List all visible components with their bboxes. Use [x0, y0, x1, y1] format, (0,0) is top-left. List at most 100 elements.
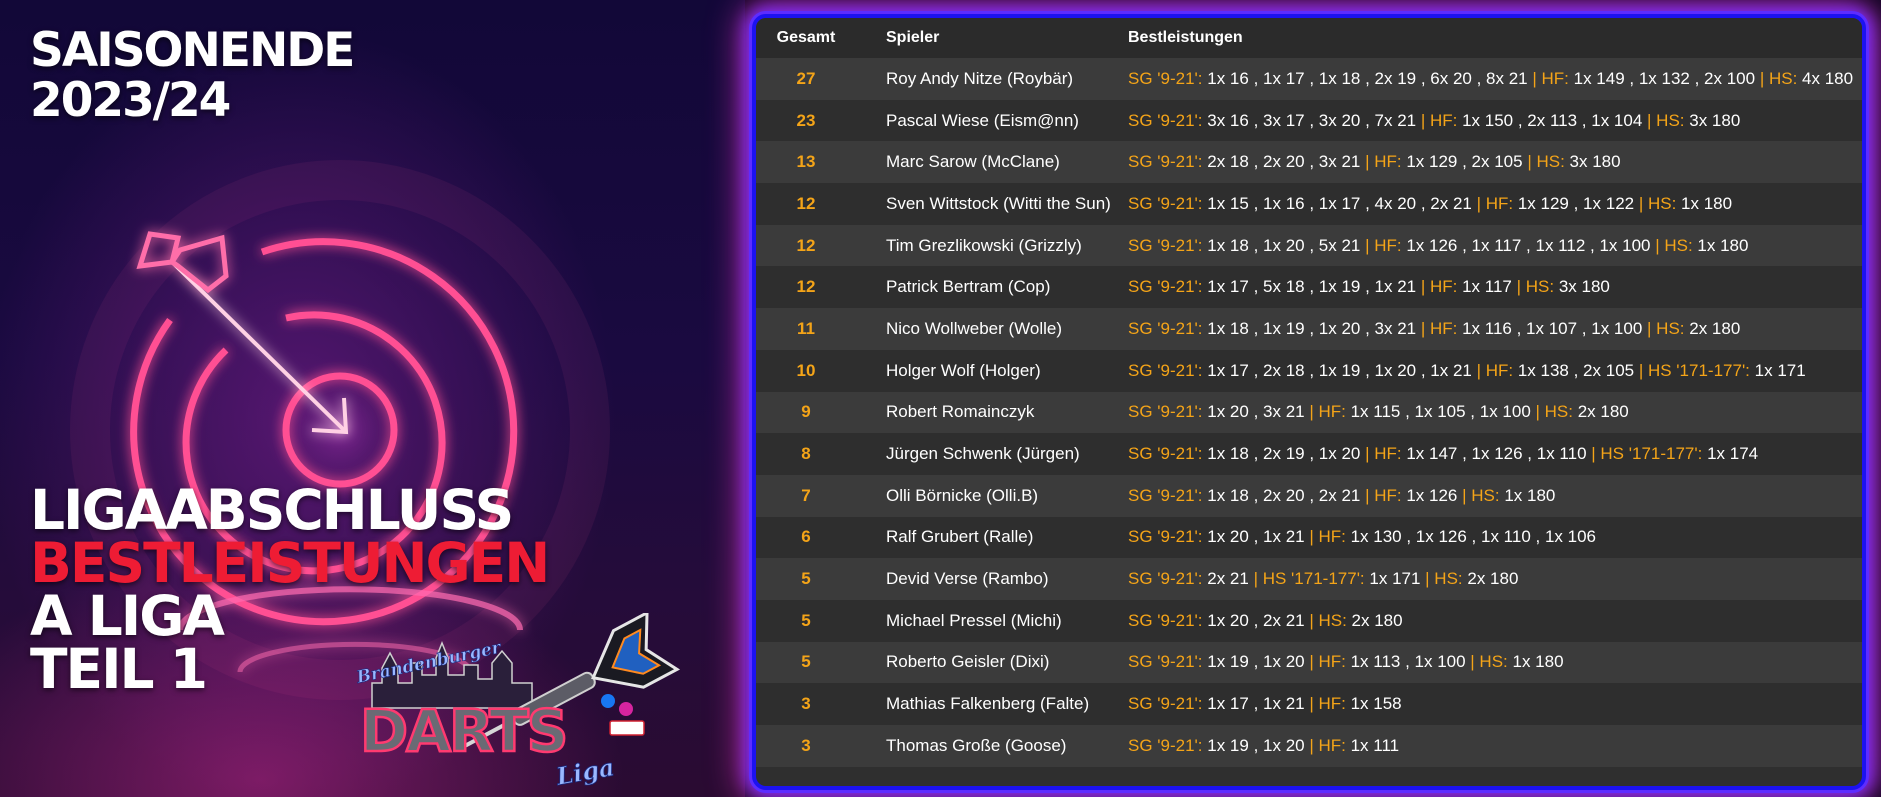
- stat-value: 2x 21: [1202, 569, 1254, 589]
- best-performances: SG '9-21': 1x 19 , 1x 20 | HF: 1x 113 , …: [1128, 652, 1862, 672]
- player-name: Jürgen Schwenk (Jürgen): [886, 444, 1080, 464]
- stat-value: 3x 180: [1684, 110, 1741, 130]
- stat-label: SG '9-21':: [1128, 735, 1203, 755]
- instagram-icon: [619, 702, 633, 716]
- stat-label: | HF:: [1420, 277, 1458, 297]
- stat-label: SG '9-21':: [1128, 318, 1203, 338]
- player-name: Holger Wolf (Holger): [886, 360, 1041, 380]
- stat-label: | HF:: [1420, 318, 1458, 338]
- stat-label: | HF:: [1365, 235, 1402, 255]
- total-points: 3: [801, 735, 811, 755]
- table-row: 5 Devid Verse (Rambo) SG '9-21': 2x 21 | H…: [756, 558, 1862, 600]
- best-performances: SG '9-21': 1x 16 , 1x 17 , 1x 18 , 2x 19…: [1128, 69, 1862, 89]
- stat-value: 1x 149 , 1x 132 , 2x 100: [1568, 68, 1760, 88]
- stat-label: | HF:: [1365, 485, 1402, 505]
- stat-label: | HS '171-177':: [1253, 569, 1365, 589]
- stat-label: | HF:: [1365, 444, 1402, 464]
- stat-label: | HS:: [1309, 610, 1347, 630]
- stat-value: 1x 16 , 1x 17 , 1x 18 , 2x 19 , 6x 20 , …: [1202, 68, 1533, 88]
- stat-label: | HF:: [1420, 110, 1458, 130]
- stat-label: | HF:: [1532, 68, 1569, 88]
- player-name: Devid Verse (Rambo): [886, 569, 1049, 589]
- season-line-2: 2023/24: [30, 73, 231, 128]
- stat-label: | HF:: [1309, 527, 1346, 547]
- stat-value: 1x 111: [1345, 735, 1400, 755]
- stat-label: | HF:: [1309, 694, 1346, 714]
- stat-value: 1x 147 , 1x 126 , 1x 110: [1401, 444, 1592, 464]
- table-body: 27 Roy Andy Nitze (Roybär) SG '9-21': 1x 1…: [756, 58, 1862, 767]
- best-performances: SG '9-21': 2x 21 | HS '171-177': 1x 171 …: [1128, 569, 1862, 589]
- stat-label: SG '9-21':: [1128, 235, 1203, 255]
- total-points: 5: [801, 610, 811, 630]
- stat-value: 2x 180: [1346, 610, 1403, 630]
- stat-label: | HS:: [1638, 193, 1677, 213]
- player-name: Nico Wollweber (Wolle): [886, 318, 1063, 338]
- player-name: Ralf Grubert (Ralle): [886, 527, 1034, 547]
- stat-label: SG '9-21':: [1128, 485, 1203, 505]
- stat-value: 1x 20 , 2x 21: [1202, 610, 1310, 630]
- season-line-1: SAISONENDE: [30, 23, 355, 78]
- total-points: 6: [801, 527, 811, 547]
- stat-value: 1x 150 , 2x 113 , 1x 104: [1457, 110, 1648, 130]
- stat-label: SG '9-21':: [1128, 402, 1203, 422]
- stat-value: 4x 180: [1797, 68, 1854, 88]
- stat-value: 1x 17 , 5x 18 , 1x 19 , 1x 21: [1202, 277, 1421, 297]
- total-points: 5: [801, 569, 811, 589]
- best-performances: SG '9-21': 1x 20 , 1x 21 | HF: 1x 130 , …: [1128, 527, 1862, 547]
- total-points: 12: [796, 235, 816, 255]
- stat-value: 1x 171: [1749, 360, 1806, 380]
- stat-value: 2x 180: [1573, 402, 1629, 422]
- stat-value: 1x 17 , 2x 18 , 1x 19 , 1x 20 , 1x 21: [1202, 360, 1477, 380]
- stat-label: | HS:: [1647, 110, 1685, 130]
- table-row: 3 Thomas Große (Goose) SG '9-21': 1x 19 , …: [756, 725, 1862, 767]
- best-performances: SG '9-21': 1x 18 , 2x 20 , 2x 21 | HF: 1…: [1128, 486, 1862, 506]
- total-points: 27: [796, 68, 816, 88]
- stat-label: SG '9-21':: [1128, 152, 1203, 172]
- player-name: Sven Wittstock (Witti the Sun): [886, 193, 1111, 213]
- table-row: 8 Jürgen Schwenk (Jürgen) SG '9-21': 1x 18…: [756, 433, 1862, 475]
- total-points: 12: [796, 277, 816, 297]
- table-row: 10 Holger Wolf (Holger) SG '9-21': 1x 17 ,…: [756, 349, 1862, 392]
- stat-value: 1x 180: [1692, 235, 1749, 255]
- stat-value: 1x 117: [1457, 277, 1517, 297]
- stat-label: SG '9-21':: [1128, 68, 1203, 88]
- table-row: 12 Patrick Bertram (Cop) SG '9-21': 1x 17 …: [756, 266, 1862, 309]
- sponsor-badge: [609, 720, 645, 736]
- total-points: 23: [796, 110, 816, 130]
- total-points: 3: [801, 694, 811, 714]
- stat-label: SG '9-21':: [1128, 277, 1203, 297]
- arrow-icon: [136, 231, 349, 435]
- stat-label: SG '9-21':: [1128, 652, 1203, 672]
- table-row: 3 Mathias Falkenberg (Falte) SG '9-21': 1x…: [756, 683, 1862, 725]
- player-name: Olli Börnicke (Olli.B): [886, 485, 1039, 505]
- stat-value: 2x 18 , 2x 20 , 3x 21: [1202, 152, 1366, 172]
- stat-value: 1x 19 , 1x 20: [1202, 652, 1310, 672]
- best-performances: SG '9-21': 1x 17 , 2x 18 , 1x 19 , 1x 20…: [1128, 361, 1862, 381]
- table-row: 23 Pascal Wiese (Eism@nn) SG '9-21': 3x 16…: [756, 99, 1862, 142]
- total-points: 10: [796, 360, 816, 380]
- header-total: Gesamt: [776, 29, 836, 46]
- title-line-2: BESTLEISTUNGEN: [30, 531, 550, 595]
- stat-label: | HS:: [1759, 68, 1798, 88]
- best-performances: SG '9-21': 1x 20 , 3x 21 | HF: 1x 115 , …: [1128, 402, 1862, 422]
- table-row: 6 Ralf Grubert (Ralle) SG '9-21': 1x 20 , …: [756, 516, 1862, 559]
- best-performances: SG '9-21': 3x 16 , 3x 17 , 3x 20 , 7x 21…: [1128, 111, 1862, 131]
- stat-label: | HF:: [1309, 402, 1346, 422]
- stat-value: 1x 180: [1499, 485, 1556, 505]
- stat-value: 1x 20 , 1x 21: [1202, 527, 1310, 547]
- season-heading: SAISONENDE 2023/24: [30, 23, 355, 128]
- stat-label: | HF:: [1309, 652, 1346, 672]
- stat-value: 2x 180: [1462, 569, 1519, 589]
- stat-value: 1x 20 , 3x 21: [1202, 402, 1310, 422]
- stat-label: SG '9-21':: [1128, 569, 1203, 589]
- player-name: Robert Romainczyk: [886, 402, 1035, 422]
- player-name: Tim Grezlikowski (Grizzly): [886, 235, 1082, 255]
- stat-label: SG '9-21':: [1128, 110, 1203, 130]
- table-row: 13 Marc Sarow (McClane) SG '9-21': 2x 18 ,…: [756, 141, 1862, 184]
- stat-label: SG '9-21':: [1128, 360, 1203, 380]
- stat-value: 3x 180: [1564, 152, 1621, 172]
- stat-value: 1x 18 , 2x 19 , 1x 20: [1202, 444, 1366, 464]
- player-name: Patrick Bertram (Cop): [886, 277, 1051, 297]
- stat-label: | HS:: [1425, 569, 1463, 589]
- stat-value: 1x 158: [1345, 694, 1402, 714]
